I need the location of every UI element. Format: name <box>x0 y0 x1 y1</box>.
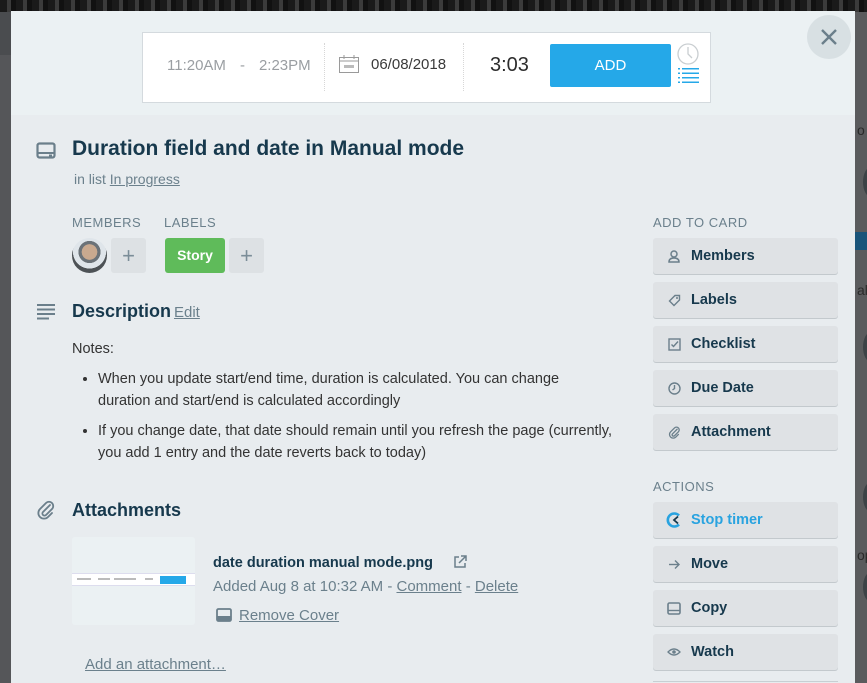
calendar-icon[interactable] <box>339 55 359 73</box>
add-member-button[interactable]: + <box>111 238 146 273</box>
board-background-left <box>0 55 11 683</box>
description-heading: Description <box>72 301 172 321</box>
divider <box>324 43 325 91</box>
board-background-right: o al op <box>855 12 867 683</box>
background-avatar <box>863 332 867 362</box>
time-range[interactable]: 11:20AM -2:23PM <box>167 57 311 74</box>
add-attachment-link[interactable]: Add an attachment… <box>85 656 226 673</box>
close-icon <box>821 29 837 45</box>
duration-input[interactable]: 3:03 <box>490 54 529 77</box>
sidebar-button-label: Members <box>691 248 755 264</box>
sidebar-button-label: Copy <box>691 600 728 616</box>
checkbox-icon <box>667 337 681 351</box>
attachment-added-date: Added Aug 8 at 10:32 AM <box>213 578 384 595</box>
manual-mode-list-icon[interactable] <box>678 68 699 83</box>
background-text-fragment: o <box>857 122 865 138</box>
time-separator: - <box>239 57 245 74</box>
attachment-delete-link[interactable]: Delete <box>475 578 518 595</box>
sidebar-move-button[interactable]: Move <box>653 546 838 582</box>
meta-separator: - <box>465 578 471 595</box>
card-icon <box>667 601 681 615</box>
background-text-fragment: op <box>857 547 867 563</box>
card-title[interactable]: Duration field and date in Manual mode <box>72 137 464 161</box>
member-avatar[interactable] <box>72 238 107 273</box>
description-bullet: If you change date, that date should rem… <box>98 420 612 464</box>
sidebar-checklist-button[interactable]: Checklist <box>653 326 838 362</box>
sidebar-attachment-button[interactable]: Attachment <box>653 414 838 450</box>
paperclip-icon <box>668 426 680 439</box>
sidebar-button-label: Attachment <box>691 424 771 440</box>
end-time-input[interactable]: 2:23PM <box>259 57 311 74</box>
tag-icon <box>668 294 680 306</box>
background-text-fragment: al <box>857 282 867 298</box>
time-entry-widget: 11:20AM -2:23PM 06/08/2018 3:03 ADD <box>142 32 711 103</box>
arrow-right-icon <box>668 559 680 569</box>
sidebar-members-button[interactable]: Members <box>653 238 838 274</box>
attachment-filename[interactable]: date duration manual mode.png <box>213 555 433 571</box>
start-time-input[interactable]: 11:20AM <box>167 57 226 74</box>
actions-heading: ACTIONS <box>653 479 715 494</box>
paperclip-icon <box>37 500 55 520</box>
in-list-prefix: in list <box>74 171 106 187</box>
eye-icon <box>667 648 681 656</box>
meta-separator: - <box>387 578 393 595</box>
description-icon <box>37 304 55 320</box>
attachment-meta: Added Aug 8 at 10:32 AM - Comment - Dele… <box>213 578 518 595</box>
add-entry-button[interactable]: ADD <box>550 44 671 87</box>
members-heading: MEMBERS <box>72 215 142 230</box>
background-avatar <box>863 167 867 197</box>
sidebar-button-label: Stop timer <box>691 512 763 528</box>
background-avatar <box>863 482 867 512</box>
stop-timer-button[interactable]: Stop timer <box>653 502 838 538</box>
attachment-thumbnail[interactable] <box>72 537 195 625</box>
list-link[interactable]: In progress <box>110 171 180 187</box>
timer-mode-clock-icon[interactable] <box>677 43 699 65</box>
card-detail-window: 11:20AM -2:23PM 06/08/2018 3:03 ADD Dura… <box>11 11 855 683</box>
description-bullet: When you update start/end time, duration… <box>98 368 612 412</box>
attachments-heading: Attachments <box>72 500 182 520</box>
external-link-icon[interactable] <box>453 555 467 569</box>
sidebar-watch-button[interactable]: Watch <box>653 634 838 670</box>
close-button[interactable] <box>807 15 851 59</box>
background-avatar <box>863 572 867 602</box>
divider <box>463 43 464 91</box>
description-notes-label: Notes: <box>72 341 114 357</box>
sidebar-button-label: Labels <box>691 292 737 308</box>
date-input[interactable]: 06/08/2018 <box>371 56 446 73</box>
card-icon <box>36 142 56 159</box>
sidebar-button-label: Checklist <box>691 336 756 352</box>
sidebar-due-date-button[interactable]: Due Date <box>653 370 838 406</box>
sidebar-divider <box>653 681 838 682</box>
sidebar-button-label: Due Date <box>691 380 754 396</box>
timer-bar: 11:20AM -2:23PM 06/08/2018 3:03 ADD <box>11 11 855 115</box>
labels-heading: LABELS <box>164 215 217 230</box>
attachment-comment-link[interactable]: Comment <box>396 578 461 595</box>
thumbnail-preview <box>72 573 195 586</box>
timer-logo-icon <box>666 512 680 528</box>
description-body[interactable]: Notes: When you update start/end time, d… <box>72 338 612 472</box>
background-bar <box>855 232 867 250</box>
sidebar-copy-button[interactable]: Copy <box>653 590 838 626</box>
edit-description-link[interactable]: Edit <box>174 304 200 321</box>
sidebar-button-label: Watch <box>691 644 734 660</box>
clock-icon <box>667 381 681 395</box>
person-icon <box>668 249 680 263</box>
add-to-card-heading: ADD TO CARD <box>653 215 748 230</box>
cover-icon <box>216 608 232 622</box>
card-list-info: in list In progress <box>74 171 180 187</box>
remove-cover-link[interactable]: Remove Cover <box>239 607 339 624</box>
label-story[interactable]: Story <box>165 238 225 273</box>
sidebar-labels-button[interactable]: Labels <box>653 282 838 318</box>
sidebar-button-label: Move <box>691 556 729 572</box>
add-label-button[interactable]: + <box>229 238 264 273</box>
